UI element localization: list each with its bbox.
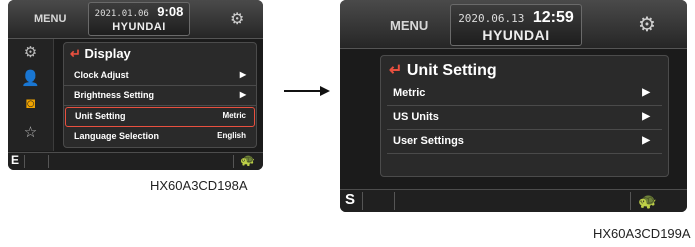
menu-title-text: Unit Setting xyxy=(406,62,497,79)
brand-label: HYUNDAI xyxy=(482,27,550,43)
status-divider xyxy=(24,155,25,168)
person-icon[interactable]: 👤 xyxy=(8,69,53,87)
caption-a: HX60A3CD198A xyxy=(150,178,248,193)
menu-item-value: ▶ xyxy=(642,135,650,146)
menu-item-user-settings[interactable]: User Settings ▶ xyxy=(387,131,662,154)
menu-title-text: Display xyxy=(84,46,131,61)
turtle-icon: 🐢 xyxy=(638,193,657,210)
screen-a: MENU 2021.01.06 9:08 HYUNDAI ⚙ ⚙ 👤 ◙ ☆ ↵… xyxy=(8,0,263,170)
menu-tab[interactable]: MENU xyxy=(34,13,66,25)
top-bar: MENU 2020.06.13 12:59 HYUNDAI ⚙ xyxy=(340,0,687,49)
mode-letter: E xyxy=(11,153,20,167)
menu-item-unit-setting[interactable]: Unit Setting Metric xyxy=(65,107,255,127)
status-divider xyxy=(394,192,395,210)
menu-item-value: ▶ xyxy=(642,111,650,122)
menu-item-brightness-setting[interactable]: Brightness Setting ▶ xyxy=(64,87,256,106)
star-icon[interactable]: ☆ xyxy=(8,123,53,141)
display-menu: ↵ Display Clock Adjust ▶ Brightness Sett… xyxy=(63,42,257,148)
time-readout: 9:08 xyxy=(157,4,184,19)
clock-panel: 2020.06.13 12:59 HYUNDAI xyxy=(450,4,582,46)
date-readout: 2021.01.06 xyxy=(94,9,149,19)
menu-item-label: Clock Adjust xyxy=(74,70,129,80)
sidebar: ⚙ 👤 ◙ ☆ xyxy=(8,39,54,151)
menu-item-clock-adjust[interactable]: Clock Adjust ▶ xyxy=(64,67,256,86)
menu-item-label: Metric xyxy=(393,87,426,99)
cog-icon[interactable]: ⚙ xyxy=(638,12,656,37)
status-divider xyxy=(48,155,49,168)
bottom-bar: S 🐢 xyxy=(340,189,687,212)
clock-panel: 2021.01.06 9:08 HYUNDAI xyxy=(88,2,190,36)
gear-icon[interactable]: ⚙ xyxy=(8,43,53,61)
menu-item-us-units[interactable]: US Units ▶ xyxy=(387,107,662,130)
menu-item-label: US Units xyxy=(393,111,439,123)
status-divider xyxy=(630,192,631,210)
unit-setting-menu: ↵ Unit Setting Metric ▶ US Units ▶ User … xyxy=(380,55,669,177)
menu-title: ↵ Display xyxy=(70,46,131,62)
menu-item-label: Language Selection xyxy=(74,131,160,141)
menu-item-value: ▶ xyxy=(642,87,650,98)
turtle-icon: 🐢 xyxy=(240,153,255,167)
status-divider xyxy=(233,155,234,168)
status-divider xyxy=(362,192,363,210)
menu-item-label: Unit Setting xyxy=(75,111,126,121)
menu-tab[interactable]: MENU xyxy=(390,18,428,33)
menu-item-value: Metric xyxy=(222,111,246,120)
back-arrow-icon[interactable]: ↵ xyxy=(389,62,402,79)
top-bar: MENU 2021.01.06 9:08 HYUNDAI ⚙ xyxy=(8,0,263,39)
cog-icon[interactable]: ⚙ xyxy=(230,9,244,29)
menu-title: ↵ Unit Setting xyxy=(389,60,497,80)
menu-item-value: ▶ xyxy=(239,90,246,99)
menu-item-language-selection[interactable]: Language Selection English xyxy=(64,128,256,146)
date-readout: 2020.06.13 xyxy=(458,12,525,25)
menu-item-value: ▶ xyxy=(239,70,246,79)
time-readout: 12:59 xyxy=(532,9,574,26)
transition-arrow-icon xyxy=(284,86,330,96)
menu-item-metric[interactable]: Metric ▶ xyxy=(387,83,662,106)
brand-label: HYUNDAI xyxy=(112,21,166,33)
bottom-bar: E 🐢 xyxy=(8,152,263,170)
menu-item-value: English xyxy=(217,131,246,140)
clock-monitor-icon[interactable]: ◙ xyxy=(8,95,53,112)
screen-b: MENU 2020.06.13 12:59 HYUNDAI ⚙ ↵ Unit S… xyxy=(340,0,687,212)
back-arrow-icon[interactable]: ↵ xyxy=(70,46,81,61)
menu-item-label: User Settings xyxy=(393,135,464,147)
mode-letter: S xyxy=(345,191,356,208)
caption-b: HX60A3CD199A xyxy=(593,226,691,241)
menu-item-label: Brightness Setting xyxy=(74,90,155,100)
